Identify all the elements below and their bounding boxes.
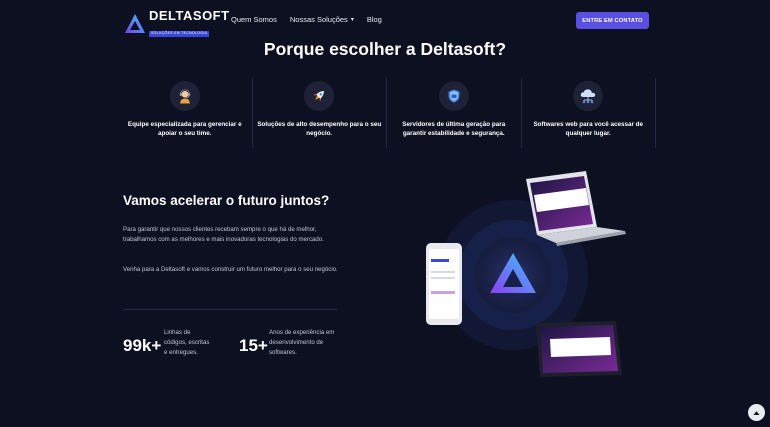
scroll-to-top-button[interactable] — [748, 404, 765, 421]
brand-name: DELTASOFT — [149, 8, 230, 23]
shield-icon — [438, 81, 469, 111]
chevron-down-icon: ▾ — [350, 17, 354, 23]
brand-tagline: SOLUÇÕES EM TECNOLOGIA — [149, 31, 210, 37]
stat-label-years: Anos de experiência em desenvolvimento d… — [269, 329, 335, 357]
feature-item: Servidores de última geração para garant… — [387, 78, 522, 148]
feature-item: Equipe especializada para gerenciar e ap… — [118, 78, 253, 148]
feature-item: Softwares web para você acessar de qualq… — [522, 78, 656, 148]
contact-button[interactable]: ENTRE EM CONTATO — [576, 12, 649, 29]
divider — [123, 309, 337, 310]
delta-logo-icon — [125, 13, 145, 33]
nav-menu: Quem Somos Nossas Soluções ▾ Blog — [231, 15, 382, 24]
stat-value-lines-of-code: 99k+ — [123, 336, 162, 355]
nav-item-label: Nossas Soluções — [289, 15, 348, 24]
top-navbar: DELTASOFT SOLUÇÕES EM TECNOLOGIA Quem So… — [0, 0, 770, 40]
feature-text: Softwares web para você acessar de qualq… — [533, 121, 644, 137]
nav-item-blog[interactable]: Blog — [367, 15, 382, 24]
rocket-icon — [304, 81, 335, 111]
accelerate-paragraph-1: Para garantir que nossos clientes receba… — [123, 226, 324, 244]
section-title: Porque escolher a Deltasoft? — [263, 39, 507, 59]
feature-text: Servidores de última geração para garant… — [402, 121, 506, 137]
feature-text: Equipe especializada para gerenciar e ap… — [127, 121, 242, 137]
accelerate-title: Vamos acelerar o futuro juntos? — [123, 193, 330, 208]
tablet-mockup — [536, 321, 622, 377]
stat-label-lines-of-code: Linhas de códigos, escritas e entregues. — [164, 329, 210, 357]
features-row: Equipe especializada para gerenciar e ap… — [118, 78, 656, 148]
laptop-mockup — [526, 171, 626, 246]
deltasoft-logo[interactable]: DELTASOFT SOLUÇÕES EM TECNOLOGIA — [124, 9, 230, 38]
devices-illustration — [426, 171, 626, 377]
nav-item-nossas-solucoes[interactable]: Nossas Soluções ▾ — [290, 15, 354, 24]
nav-item-label: Blog — [366, 15, 382, 24]
feature-text: Soluções de alto desempenho para o seu n… — [257, 121, 382, 137]
accelerate-paragraph-2: Venha para a Deltasoft e vamos construir… — [123, 266, 338, 273]
phone-mockup — [426, 243, 462, 325]
cloud-network-icon — [573, 81, 604, 111]
nav-item-quem-somos[interactable]: Quem Somos — [231, 15, 277, 24]
support-agent-icon — [169, 81, 200, 111]
feature-item: Soluções de alto desempenho para o seu n… — [253, 78, 387, 148]
chevron-up-icon — [753, 410, 760, 415]
nav-item-label: Quem Somos — [231, 15, 277, 24]
stat-value-years: 15+ — [239, 336, 268, 355]
